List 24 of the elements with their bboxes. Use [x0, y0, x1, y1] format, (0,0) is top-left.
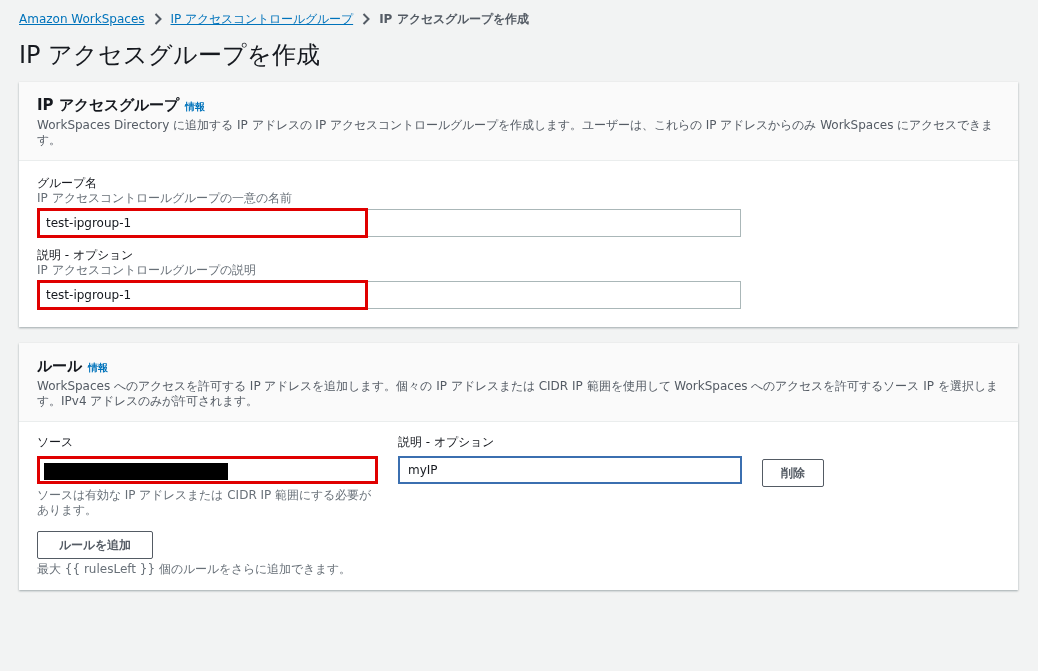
panel-title: IP アクセスグループ: [37, 96, 179, 115]
field-hint: IP アクセスコントロールグループの一意の名前: [37, 191, 293, 206]
chevron-icon: [153, 13, 162, 25]
limit-hint: 最大 {{ rulesLeft }} 個のルールをさらに追加できます。: [37, 562, 352, 577]
source-field[interactable]: [37, 456, 378, 484]
panel-description: WorkSpaces Directory に追加する IP アドレスの IP アクセスコントロールグループを作成します。ユーザーは、これらの IP アドレスからのみ WorkSpaces にアクセスできます。: [37, 118, 995, 148]
page-title: IP アクセスグループを作成: [19, 40, 322, 70]
remove-button[interactable]: 削除: [762, 459, 824, 487]
breadcrumb-link[interactable]: IP アクセスコントロールグループ: [170, 10, 354, 28]
text-field[interactable]: myIP: [398, 456, 742, 484]
panel-title: ルール: [37, 357, 82, 376]
field-label: グループ名: [37, 175, 98, 191]
info-link[interactable]: 情報: [184, 100, 205, 114]
add-rule-button[interactable]: ルールを追加: [37, 531, 153, 559]
info-link[interactable]: 情報: [88, 361, 108, 375]
panel-description: WorkSpaces へのアクセスを許可する IP アドレスを追加します。個々の IP アドレスまたは CIDR IP 範囲を使用して WorkSpaces へのアクセスを許可するソース IP を選択します。IPv4 アドレスのみが許可されます。: [37, 379, 999, 409]
breadcrumb-link[interactable]: Amazon WorkSpaces: [19, 12, 145, 26]
field-hint: IP アクセスコントロールグループの説明: [37, 263, 257, 278]
chevron-icon: [362, 13, 371, 25]
field-hint: ソースは有効な IP アドレスまたは CIDR IP 範囲にする必要があります。: [37, 488, 373, 518]
breadcrumb-current: IP アクセスグループを作成: [379, 10, 529, 28]
field-label: 説明 - オプション: [398, 434, 495, 450]
field-label: 説明 - オプション: [37, 247, 134, 263]
field-label: ソース: [37, 434, 74, 450]
